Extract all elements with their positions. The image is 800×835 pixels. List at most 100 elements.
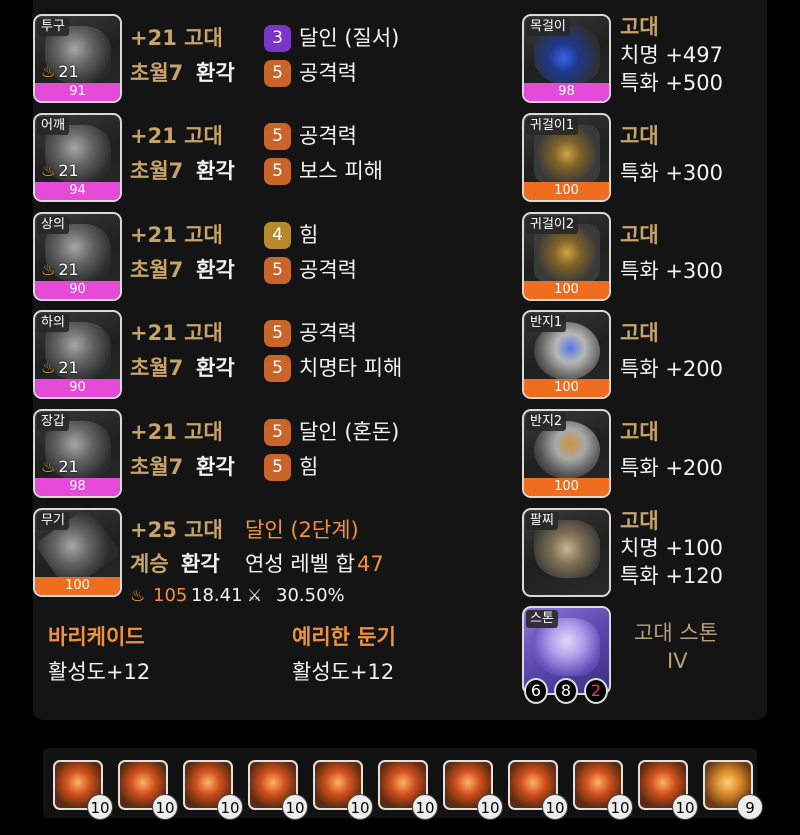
stone-value: 6 bbox=[524, 678, 548, 704]
engraving-count: 5 bbox=[264, 454, 291, 481]
weapon-honing: +25 고대 bbox=[130, 518, 223, 542]
accessory-slot-necklace[interactable]: 목걸이 98 bbox=[522, 14, 611, 103]
quality-bar: 100 bbox=[524, 379, 609, 397]
armor-slot-pants[interactable]: 하의 ♨ 21 90 bbox=[33, 310, 122, 399]
armor-slot-chest[interactable]: 상의 ♨ 21 90 bbox=[33, 212, 122, 301]
gem-icon[interactable]: 10 bbox=[508, 760, 568, 820]
accessory-grade: 고대 bbox=[620, 509, 659, 533]
gem-icon[interactable]: 10 bbox=[313, 760, 373, 820]
engraving-name: 달인 (혼돈) bbox=[299, 420, 400, 444]
gem-icon[interactable]: 10 bbox=[443, 760, 503, 820]
flame-icon: ♨ bbox=[41, 358, 56, 377]
quality-bar: 100 bbox=[524, 281, 609, 299]
quality-bar: 98 bbox=[524, 83, 609, 101]
gem-level: 10 bbox=[607, 794, 633, 820]
weapon-slot[interactable]: 무기 100 bbox=[33, 508, 122, 597]
transcend-total: 105 bbox=[153, 585, 188, 606]
accessory-stat: 특화 +120 bbox=[620, 564, 723, 588]
engraving-name: 공격력 bbox=[299, 258, 357, 282]
transcend-label: 초월7 bbox=[130, 61, 184, 85]
accessory-stat: 특화 +200 bbox=[620, 357, 723, 381]
slot-label: 어깨 bbox=[37, 117, 69, 135]
flame-icon: ♨ bbox=[41, 62, 56, 81]
engraving-name: 보스 피해 bbox=[299, 159, 383, 183]
elixir-label: 환각 bbox=[196, 455, 235, 479]
engraving-name: 공격력 bbox=[299, 61, 357, 85]
gem-level: 10 bbox=[477, 794, 503, 820]
engraving-count: 5 bbox=[264, 60, 291, 87]
quality-bar: 100 bbox=[524, 478, 609, 496]
slot-label: 하의 bbox=[37, 314, 69, 332]
slot-label: 반지1 bbox=[526, 314, 567, 332]
accessory-grade: 고대 bbox=[620, 223, 659, 247]
quality-bar: 90 bbox=[35, 379, 120, 397]
bracelet-effect-value: 활성도+12 bbox=[48, 660, 151, 684]
transcend-level: ♨ 21 bbox=[41, 358, 79, 377]
engraving-name: 힘 bbox=[299, 223, 319, 247]
elixir-label: 환각 bbox=[196, 61, 235, 85]
gem-icon[interactable]: 10 bbox=[118, 760, 178, 820]
flame-icon: ♨ bbox=[41, 161, 56, 180]
stone-value: 8 bbox=[554, 678, 578, 704]
accessory-slot-ring2[interactable]: 반지2 100 bbox=[522, 409, 611, 498]
accessory-grade: 고대 bbox=[620, 124, 659, 148]
weapon-effect: 달인 (2단계) bbox=[245, 518, 359, 542]
transcend-label: 초월7 bbox=[130, 356, 184, 380]
slot-label: 스톤 bbox=[526, 610, 558, 628]
gem-icon[interactable]: 10 bbox=[638, 760, 698, 820]
gem-level: 10 bbox=[347, 794, 373, 820]
honing-level: +21 고대 bbox=[130, 420, 223, 444]
engraving-name: 힘 bbox=[299, 455, 319, 479]
flame-icon: ♨ bbox=[130, 586, 146, 606]
accessory-stat: 치명 +497 bbox=[620, 43, 723, 67]
accessory-grade: 고대 bbox=[620, 420, 659, 444]
transcend-level: ♨ 21 bbox=[41, 260, 79, 279]
elixir-sum-value: 47 bbox=[357, 552, 384, 576]
stone-tier: IV bbox=[667, 649, 688, 673]
transcend-level: ♨ 21 bbox=[41, 161, 79, 180]
elixir-label: 환각 bbox=[196, 159, 235, 183]
accessory-slot-earring1[interactable]: 귀걸이1 100 bbox=[522, 113, 611, 202]
armor-slot-gloves[interactable]: 장갑 ♨ 21 98 bbox=[33, 409, 122, 498]
stat-percent: 30.50% bbox=[276, 585, 345, 606]
armor-slot-shoulder[interactable]: 어깨 ♨ 21 94 bbox=[33, 113, 122, 202]
slot-label: 귀걸이1 bbox=[526, 117, 579, 135]
gem-level: 10 bbox=[217, 794, 243, 820]
slot-label: 장갑 bbox=[37, 413, 69, 431]
gem-icon[interactable]: 10 bbox=[573, 760, 633, 820]
slot-label: 목걸이 bbox=[526, 18, 570, 36]
gem-level: 10 bbox=[672, 794, 698, 820]
gem-icon[interactable]: 10 bbox=[378, 760, 438, 820]
engraving-count: 5 bbox=[264, 355, 291, 382]
engraving-count: 5 bbox=[264, 320, 291, 347]
accessory-grade: 고대 bbox=[620, 15, 659, 39]
transcend-level: ♨ 21 bbox=[41, 457, 79, 476]
stat-value: 18.41 bbox=[191, 585, 243, 606]
flame-icon: ♨ bbox=[41, 457, 56, 476]
engraving-count: 3 bbox=[264, 25, 291, 52]
accessory-slot-ring1[interactable]: 반지1 100 bbox=[522, 310, 611, 399]
accessory-grade: 고대 bbox=[620, 321, 659, 345]
accessory-stat: 특화 +200 bbox=[620, 456, 723, 480]
engraving-name: 공격력 bbox=[299, 124, 357, 148]
accessory-stat: 특화 +300 bbox=[620, 259, 723, 283]
slot-label: 귀걸이2 bbox=[526, 216, 579, 234]
bracelet-effect-name: 바리케이드 bbox=[48, 625, 145, 649]
gem-icon[interactable]: 9 bbox=[703, 760, 763, 820]
accessory-slot-bracelet[interactable]: 팔찌 bbox=[522, 508, 611, 597]
transcend-level: ♨ 21 bbox=[41, 62, 79, 81]
engraving-name: 공격력 bbox=[299, 321, 357, 345]
gem-icon[interactable]: 10 bbox=[183, 760, 243, 820]
gem-level: 10 bbox=[412, 794, 438, 820]
gem-icon[interactable]: 10 bbox=[53, 760, 113, 820]
engraving-name: 치명타 피해 bbox=[299, 356, 403, 380]
accessory-stat: 특화 +300 bbox=[620, 161, 723, 185]
accessory-slot-earring2[interactable]: 귀걸이2 100 bbox=[522, 212, 611, 301]
armor-slot-helmet[interactable]: 투구 ♨ 21 91 bbox=[33, 14, 122, 103]
slot-label: 팔찌 bbox=[526, 512, 558, 530]
gem-icon[interactable]: 10 bbox=[248, 760, 308, 820]
honing-level: +21 고대 bbox=[130, 321, 223, 345]
elixir-label: 환각 bbox=[181, 552, 220, 576]
flame-icon: ♨ bbox=[41, 260, 56, 279]
engraving-count: 5 bbox=[264, 158, 291, 185]
